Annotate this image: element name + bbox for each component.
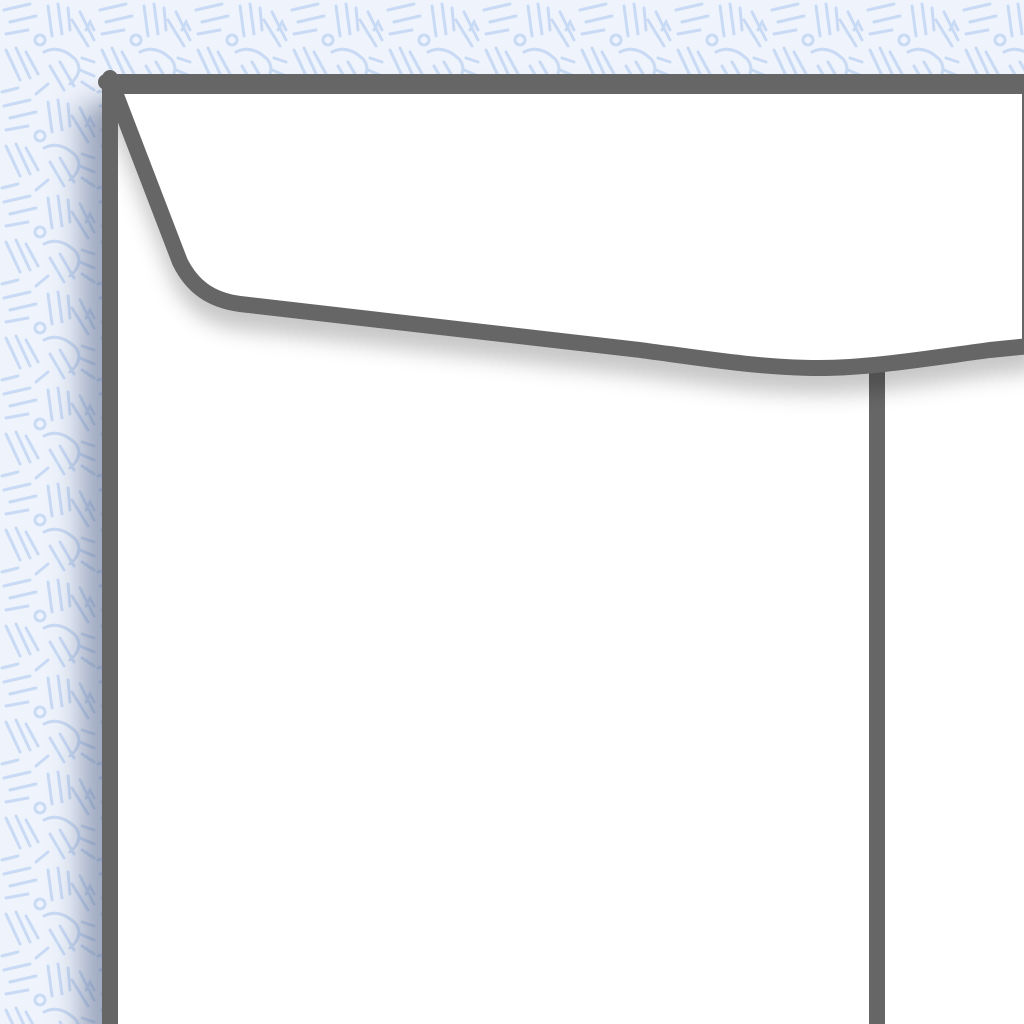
envelope-scene bbox=[0, 0, 1024, 1024]
